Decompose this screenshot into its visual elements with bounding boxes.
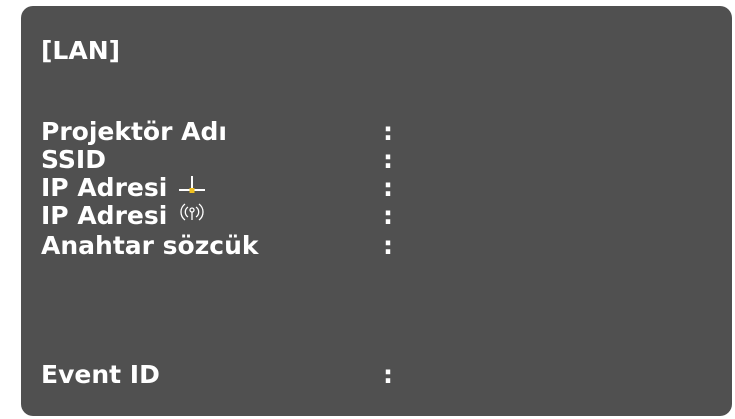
row-colon: : <box>383 117 393 146</box>
ip-wireless-label: IP Adresi <box>41 201 168 230</box>
info-row-projector-name: Projektör Adı : <box>41 117 701 147</box>
ip-wireless-label-group: IP Adresi <box>41 201 207 231</box>
ip-wired-label-group: IP Adresi <box>41 173 207 203</box>
info-row-event-id: Event ID : <box>41 360 701 390</box>
row-colon: : <box>383 145 393 174</box>
info-row-keyword: Anahtar sözcük : <box>41 231 701 261</box>
row-colon: : <box>383 231 393 260</box>
info-row-ip-wired: IP Adresi : <box>41 173 701 203</box>
wireless-lan-icon <box>177 200 207 230</box>
info-row-ip-wireless: IP Adresi : <box>41 201 701 231</box>
panel-title: [LAN] <box>41 36 121 65</box>
row-colon: : <box>383 360 393 389</box>
lan-info-panel: [LAN] Projektör Adı : SSID : IP Adresi :… <box>21 6 732 416</box>
event-id-label: Event ID <box>41 360 160 389</box>
row-colon: : <box>383 173 393 202</box>
keyword-label: Anahtar sözcük <box>41 231 259 260</box>
ssid-label: SSID <box>41 145 106 174</box>
wired-lan-icon <box>177 172 207 202</box>
info-row-ssid: SSID : <box>41 145 701 175</box>
projector-name-label: Projektör Adı <box>41 117 227 146</box>
row-colon: : <box>383 201 393 230</box>
ip-wired-label: IP Adresi <box>41 173 168 202</box>
